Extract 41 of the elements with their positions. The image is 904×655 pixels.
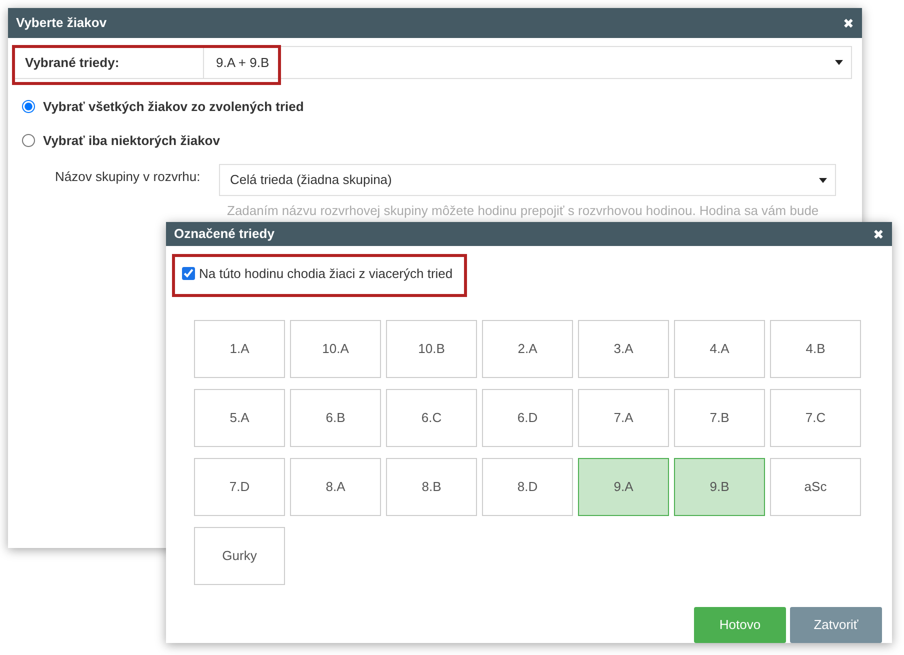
class-tile[interactable]: 2.A <box>482 320 573 378</box>
select-value: 9.A + 9.B <box>215 54 270 72</box>
option-label: Vybrať všetkých žiakov zo zvolených tried <box>43 98 304 116</box>
radio-button[interactable] <box>22 134 35 147</box>
window-title: Označené triedy <box>174 225 274 244</box>
class-tile[interactable]: 1.A <box>194 320 285 378</box>
window-title: Vyberte žiakov <box>16 14 107 32</box>
caret-icon <box>835 60 843 65</box>
class-tile[interactable]: Gurky <box>194 526 285 584</box>
class-tile[interactable]: 5.A <box>194 388 285 446</box>
class-tile[interactable]: 10.A <box>290 320 381 378</box>
class-tile[interactable]: 7.A <box>578 388 669 446</box>
select-value: Celá trieda (žiadna skupina) <box>229 171 392 190</box>
class-tile[interactable]: 9.A <box>578 458 669 516</box>
field-label: Názov skupiny v rozvrhu: <box>55 168 202 186</box>
class-tile[interactable]: 9.B <box>674 458 765 516</box>
group-select[interactable]: Celá trieda (žiadna skupina) <box>219 164 836 196</box>
class-tile[interactable]: 6.C <box>386 388 477 446</box>
option-label: Vybrať iba niektorých žiakov <box>43 132 220 150</box>
checkbox[interactable] <box>182 267 195 280</box>
class-tile[interactable]: 7.B <box>674 388 765 446</box>
close-button[interactable]: ✖ <box>873 228 884 240</box>
checkbox-label: Na túto hodinu chodia žiaci z viacerých tried <box>199 265 453 283</box>
class-tile[interactable]: 7.D <box>194 458 285 516</box>
class-tile[interactable]: 3.A <box>578 320 669 378</box>
class-tile[interactable]: aSc <box>770 458 861 516</box>
class-select[interactable]: Vybrané triedy: 9.A + 9.B <box>14 46 852 79</box>
class-tile[interactable]: 6.B <box>290 388 381 446</box>
class-tile[interactable]: 8.A <box>290 458 381 516</box>
class-tile[interactable]: 8.D <box>482 458 573 516</box>
class-tile[interactable]: 8.B <box>386 458 477 516</box>
class-tile[interactable]: 7.C <box>770 388 861 446</box>
hint-text: Zadaním názvu rozvrhovej skupiny môžete hodinu prepojiť s rozvrhovou hodinou. Hodina sa vám bude <box>227 202 820 220</box>
class-tile[interactable]: 10.B <box>386 320 477 378</box>
select-label: Vybrané triedy: <box>15 47 204 78</box>
caret-icon <box>819 178 827 182</box>
class-tile[interactable]: 4.B <box>770 320 861 378</box>
radio-button[interactable] <box>22 100 35 114</box>
close-button[interactable]: ✖ <box>843 16 854 30</box>
class-tile[interactable]: 6.D <box>482 388 573 446</box>
class-tile[interactable]: 4.A <box>674 320 765 378</box>
